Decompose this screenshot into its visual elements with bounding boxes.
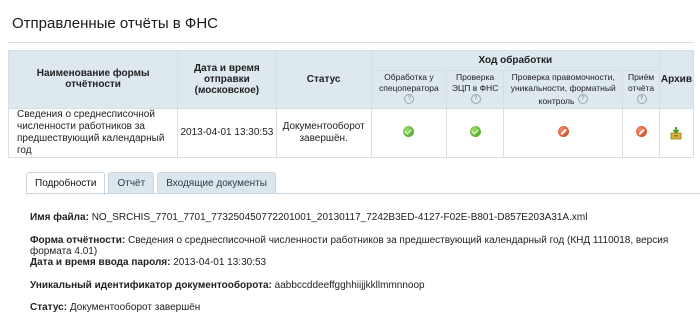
tab-incoming-documents[interactable]: Входящие документы	[157, 172, 276, 194]
help-icon[interactable]: ?	[470, 94, 481, 104]
header-archive: Архив	[658, 50, 695, 109]
help-icon[interactable]: ?	[577, 94, 588, 104]
status-error-icon	[557, 125, 569, 137]
header-format-control: Проверка правомочности, уникальности, фо…	[503, 70, 624, 109]
header-signature-check: Проверка ЭЦП в ФНС ?	[446, 70, 505, 109]
status-error-icon	[635, 125, 647, 137]
header-operator-processing: Обработка у спецоператора ?	[370, 70, 448, 109]
status-cell: Документооборот завершён.	[275, 107, 372, 158]
header-progress: Ход обработки	[370, 50, 660, 71]
archive-download-icon[interactable]	[669, 126, 683, 140]
signature-check-cell	[446, 107, 505, 158]
help-icon[interactable]: ?	[636, 94, 647, 104]
archive-cell	[658, 107, 695, 158]
status-ok-icon	[469, 125, 481, 137]
header-status: Статус	[275, 50, 372, 109]
detail-file-name: Имя файла: NO_SRCHIS_7701_7701_773250450…	[30, 212, 588, 223]
tab-details[interactable]: Подробности	[26, 172, 106, 195]
form-name-cell: Сведения о среднесписочной численности р…	[7, 107, 179, 158]
operator-processing-cell	[370, 107, 448, 158]
header-sent-at: Дата и время отправки (московское)	[177, 50, 277, 109]
header-report-acceptance: Приём отчёта ?	[622, 70, 660, 109]
sent-at-cell: 2013-04-01 13:30:53	[177, 107, 277, 158]
detail-password-time: Дата и время ввода пароля: 2013-04-01 13…	[30, 257, 267, 268]
page-title: Отправленные отчёты в ФНС	[12, 15, 218, 32]
format-control-cell	[503, 107, 624, 158]
detail-form: Форма отчётности: Сведения о среднесписо…	[30, 235, 669, 257]
tab-divider	[26, 193, 700, 194]
status-ok-icon	[403, 125, 415, 137]
detail-document-id: Уникальный идентификатор документооборот…	[30, 280, 425, 291]
detail-tabs: Подробности Отчёт Входящие документы	[26, 172, 276, 195]
report-acceptance-cell	[622, 107, 660, 158]
header-form-name: Наименование формы отчётности	[7, 50, 179, 109]
title-divider	[8, 42, 694, 43]
tab-report[interactable]: Отчёт	[108, 172, 155, 194]
reports-table: Наименование формы отчётности Дата и вре…	[7, 50, 695, 158]
table-row[interactable]: Сведения о среднесписочной численности р…	[7, 107, 695, 158]
help-icon[interactable]: ?	[404, 94, 415, 104]
detail-status: Статус: Документооборот завершён	[30, 302, 201, 313]
